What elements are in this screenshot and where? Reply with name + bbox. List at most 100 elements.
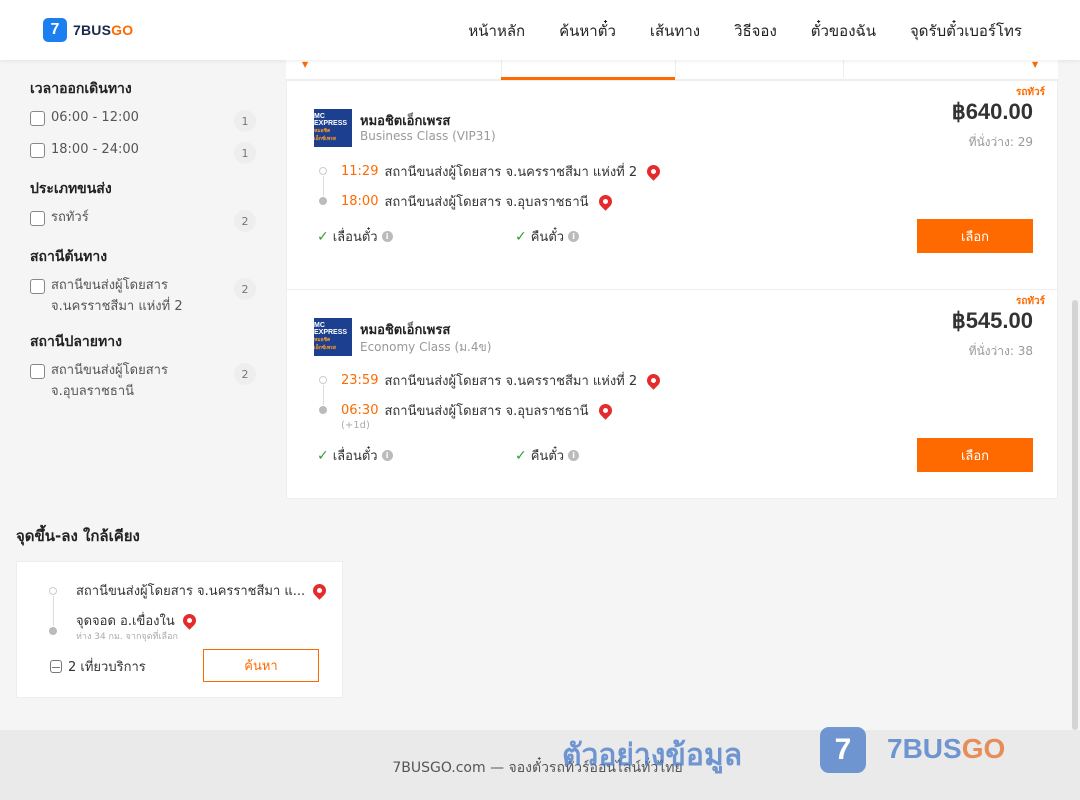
count-badge: 2 [234,210,256,232]
filter-title: สถานีปลายทาง [30,334,122,350]
tab-divider [501,60,502,78]
site-logo[interactable]: 7 7BUSGO [43,18,133,42]
checkbox[interactable] [30,279,45,294]
nearby-distance: ห่าง 34 กม. จากจุดที่เลือก [76,632,178,642]
departure-time: 23:59 [341,373,379,388]
nearby-stops-title: จุดขึ้น-ลง ใกล้เคียง [16,527,140,545]
nearby-to: จุดจอด อ.เขื่องใน [76,610,199,631]
count-badge: 2 [234,278,256,300]
watermark-logo-mark: 7 [820,727,866,773]
main-nav: หน้าหลัก ค้นหาตั๋ว เส้นทาง วิธีจอง ตั๋วข… [468,19,1022,43]
arrival-stop: 18:00 สถานีขนส่งผู้โดยสาร จ.อุบลราชธานี [341,191,615,212]
trip-card: รถทัวร์ MC EXPRESS หมอชิต เอ็กซ์เพรส หมอช… [286,289,1058,499]
checkbox[interactable] [30,143,45,158]
departure-station: สถานีขนส่งผู้โดยสาร จ.นครราชสีมา แห่งที่… [384,165,638,180]
trip-price: ฿640.00 [951,99,1033,124]
seats-available: ที่นั่งว่าง: 29 [968,135,1033,149]
nearby-stop-card: สถานีขนส่งผู้โดยสาร จ.นครราชสีมา แ... จุ… [16,561,343,698]
route-end-dot [319,406,327,414]
filter-option[interactable]: สถานีขนส่งผู้โดยสาร จ.นครราชสีมา แห่งที่… [30,278,256,317]
filter-option-label: 06:00 - 12:00 [51,110,139,125]
info-icon[interactable]: i [568,450,580,461]
nav-pickup-points[interactable]: จุดรับตั๋วเบอร์โทร [910,19,1022,43]
feature-reschedule: ✓ เลื่อนตั๋ว i [317,226,393,247]
filter-option[interactable]: รถทัวร์ 2 [30,210,256,232]
count-badge: 1 [234,110,256,132]
next-day-label: (+1d) [341,420,370,431]
route-line [322,385,324,405]
nav-home[interactable]: หน้าหลัก [468,19,525,43]
filter-option-label: รถทัวร์ [51,210,89,225]
departure-stop: 11:29 สถานีขนส่งผู้โดยสาร จ.นครราชสีมา แ… [341,161,663,182]
filter-title: เวลาออกเดินทาง [30,81,132,97]
filter-option-label: สถานีขนส่งผู้โดยสาร จ.นครราชสีมา แห่งที่… [51,278,183,314]
trip-price: ฿545.00 [951,308,1033,333]
filter-title: ประเภทขนส่ง [30,181,112,197]
route-end-dot [49,627,57,635]
filter-origin-station: สถานีต้นทาง สถานีขนส่งผู้โดยสาร จ.นครราช… [30,246,256,317]
filter-option-label: 18:00 - 24:00 [51,142,139,157]
vehicle-tag: รถทัวร์ [1015,296,1045,307]
filter-option[interactable]: 06:00 - 12:00 1 [30,110,256,132]
page-scrollbar[interactable] [1072,300,1078,730]
top-navbar: 7 7BUSGO หน้าหลัก ค้นหาตั๋ว เส้นทาง วิธี… [0,0,1080,60]
vehicle-tag: รถทัวร์ [1015,87,1045,98]
info-icon[interactable]: i [381,450,393,461]
nav-my-tickets[interactable]: ตั๋วของฉัน [811,19,876,43]
count-badge: 1 [234,142,256,164]
map-pin-icon[interactable] [180,611,199,630]
info-icon[interactable]: i [381,231,393,242]
nearby-from: สถานีขนส่งผู้โดยสาร จ.นครราชสีมา แ... [76,580,329,601]
trip-card: รถทัวร์ MC EXPRESS หมอชิต เอ็กซ์เพรส หมอช… [286,80,1058,290]
map-pin-icon[interactable] [595,192,615,211]
filter-departure-time: เวลาออกเดินทาง 06:00 - 12:00 1 18:00 - 2… [30,78,256,164]
filter-title: สถานีต้นทาง [30,249,108,265]
select-trip-button[interactable]: เลือก [917,438,1033,472]
route-end-dot [319,197,327,205]
checkbox[interactable] [30,111,45,126]
check-icon: ✓ [317,447,329,464]
filter-sidebar: เวลาออกเดินทาง 06:00 - 12:00 1 18:00 - 2… [30,78,256,416]
logo-text: 7BUSGO [73,22,134,38]
route-start-dot [319,376,327,384]
map-pin-icon[interactable] [310,581,329,600]
check-icon: ✓ [515,447,527,464]
checkbox[interactable] [30,364,45,379]
nav-search-tickets[interactable]: ค้นหาตั๋ว [559,19,616,43]
check-icon: ✓ [515,228,527,245]
operator-logo: MC EXPRESS หมอชิต เอ็กซ์เพรส [314,318,352,356]
operator-name: หมอชิตเอ็กเพรส [360,114,451,129]
operator-name: หมอชิตเอ็กเพรส [360,323,451,338]
bus-icon [50,660,62,673]
filter-option[interactable]: 18:00 - 24:00 1 [30,142,256,164]
nav-routes[interactable]: เส้นทาง [650,19,700,43]
sort-tabs: ▼ ▼ [286,60,1058,80]
filter-option-label: สถานีขนส่งผู้โดยสาร จ.อุบลราชธานี [51,363,168,399]
map-pin-icon[interactable] [595,401,615,420]
nav-how-to-book[interactable]: วิธีจอง [734,19,777,43]
feature-refund: ✓ คืนตั๋ว i [515,226,580,247]
seat-class: Business Class (VIP31) [360,129,496,143]
checkbox[interactable] [30,211,45,226]
sort-caret-icon[interactable]: ▼ [1032,60,1038,69]
tab-divider [675,60,676,78]
nearby-search-button[interactable]: ค้นหา [203,649,319,682]
filter-destination-station: สถานีปลายทาง สถานีขนส่งผู้โดยสาร จ.อุบลร… [30,331,256,402]
seat-class: Economy Class (ม.4ข) [360,340,492,354]
arrival-time: 18:00 [341,194,379,209]
info-icon[interactable]: i [568,231,580,242]
nearby-trip-count: 2 เที่ยวบริการ [50,656,146,677]
watermark-text: ตัวอย่างข้อมูล [562,738,743,773]
logo-mark: 7 [43,18,67,42]
tab-divider [843,60,844,78]
map-pin-icon[interactable] [644,162,663,181]
filter-option[interactable]: สถานีขนส่งผู้โดยสาร จ.อุบลราชธานี 2 [30,363,256,402]
select-trip-button[interactable]: เลือก [917,219,1033,253]
arrival-time: 06:30 [341,403,379,418]
check-icon: ✓ [317,228,329,245]
departure-stop: 23:59 สถานีขนส่งผู้โดยสาร จ.นครราชสีมา แ… [341,370,663,391]
feature-refund: ✓ คืนตั๋ว i [515,445,580,466]
sort-caret-icon[interactable]: ▼ [302,60,308,69]
route-line [52,596,54,626]
map-pin-icon[interactable] [644,371,663,390]
